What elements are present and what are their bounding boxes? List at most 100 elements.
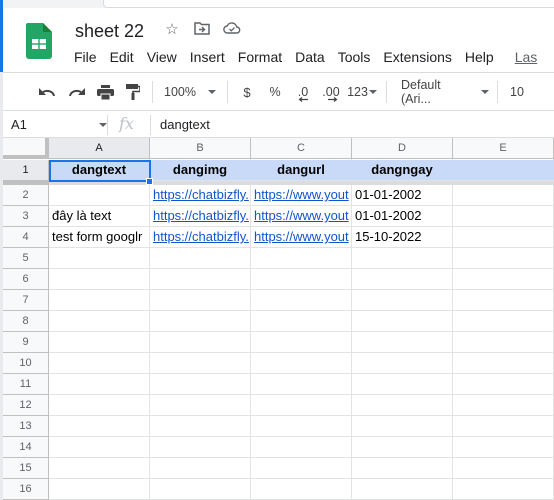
row-header[interactable]: 14 bbox=[3, 437, 49, 458]
column-header-B[interactable]: B bbox=[150, 138, 251, 159]
cell-D2[interactable]: 01-01-2002 bbox=[352, 185, 452, 205]
cell-E10[interactable] bbox=[453, 353, 553, 373]
cell-B14[interactable] bbox=[150, 437, 250, 457]
font-size-input[interactable]: 10 bbox=[506, 80, 528, 104]
cell-B16[interactable] bbox=[150, 479, 250, 499]
cell-C5[interactable] bbox=[251, 248, 351, 268]
column-header-C[interactable]: C bbox=[251, 138, 352, 159]
name-box[interactable]: A1 bbox=[11, 117, 27, 132]
chevron-down-icon[interactable] bbox=[99, 123, 107, 127]
menu-edit[interactable]: Edit bbox=[110, 49, 134, 65]
cell-C10[interactable] bbox=[251, 353, 351, 373]
star-icon[interactable]: ☆ bbox=[163, 21, 181, 39]
cell-E16[interactable] bbox=[453, 479, 553, 499]
column-header-E[interactable]: E bbox=[453, 138, 554, 159]
row-header[interactable]: 9 bbox=[3, 332, 49, 353]
cell-D1[interactable]: dangngay bbox=[352, 160, 452, 180]
cell-E1[interactable] bbox=[453, 160, 553, 180]
cell-C15[interactable] bbox=[251, 458, 351, 478]
row-header[interactable]: 8 bbox=[3, 311, 49, 332]
cell-E15[interactable] bbox=[453, 458, 553, 478]
sheets-logo-icon[interactable] bbox=[26, 23, 52, 59]
select-all-corner[interactable] bbox=[3, 138, 49, 159]
cell-A5[interactable] bbox=[49, 248, 149, 268]
row-header[interactable]: 13 bbox=[3, 416, 49, 437]
cell-D4[interactable]: 15-10-2022 bbox=[352, 227, 452, 247]
cell-E3[interactable] bbox=[453, 206, 553, 226]
cell-E11[interactable] bbox=[453, 374, 553, 394]
cell-C4[interactable]: https://www.yout bbox=[251, 227, 351, 247]
cell-A4[interactable]: test form googlr bbox=[49, 227, 149, 247]
frozen-rows-divider[interactable] bbox=[3, 181, 554, 185]
cell-C13[interactable] bbox=[251, 416, 351, 436]
cell-D5[interactable] bbox=[352, 248, 452, 268]
cell-B2[interactable]: https://chatbizfly. bbox=[150, 185, 250, 205]
row-header[interactable]: 3 bbox=[3, 206, 49, 227]
cell-A9[interactable] bbox=[49, 332, 149, 352]
fill-handle[interactable] bbox=[146, 178, 153, 185]
row-header[interactable]: 6 bbox=[3, 269, 49, 290]
increase-decimal-button[interactable]: .00 bbox=[316, 80, 346, 104]
cell-B13[interactable] bbox=[150, 416, 250, 436]
cell-D3[interactable]: 01-01-2002 bbox=[352, 206, 452, 226]
cell-C6[interactable] bbox=[251, 269, 351, 289]
cell-E6[interactable] bbox=[453, 269, 553, 289]
cell-B7[interactable] bbox=[150, 290, 250, 310]
column-header-D[interactable]: D bbox=[352, 138, 453, 159]
cell-A10[interactable] bbox=[49, 353, 149, 373]
cell-A2[interactable] bbox=[49, 185, 149, 205]
zoom-select[interactable]: 100% bbox=[161, 80, 219, 104]
cell-D15[interactable] bbox=[352, 458, 452, 478]
row-header[interactable]: 16 bbox=[3, 479, 49, 500]
cell-B9[interactable] bbox=[150, 332, 250, 352]
last-edit-link[interactable]: Las bbox=[515, 49, 538, 65]
cell-B3[interactable]: https://chatbizfly. bbox=[150, 206, 250, 226]
row-header[interactable]: 1 bbox=[3, 160, 49, 181]
cell-E13[interactable] bbox=[453, 416, 553, 436]
cell-C12[interactable] bbox=[251, 395, 351, 415]
row-header[interactable]: 12 bbox=[3, 395, 49, 416]
menu-tools[interactable]: Tools bbox=[338, 49, 371, 65]
cell-E14[interactable] bbox=[453, 437, 553, 457]
undo-icon[interactable] bbox=[36, 80, 58, 104]
row-header[interactable]: 15 bbox=[3, 458, 49, 479]
cell-D9[interactable] bbox=[352, 332, 452, 352]
menu-help[interactable]: Help bbox=[465, 49, 494, 65]
menu-insert[interactable]: Insert bbox=[190, 49, 225, 65]
cell-E5[interactable] bbox=[453, 248, 553, 268]
cell-A16[interactable] bbox=[49, 479, 149, 499]
percent-format-button[interactable]: % bbox=[264, 80, 286, 104]
cell-B10[interactable] bbox=[150, 353, 250, 373]
cell-C16[interactable] bbox=[251, 479, 351, 499]
cell-A15[interactable] bbox=[49, 458, 149, 478]
menu-data[interactable]: Data bbox=[295, 49, 325, 65]
cell-B11[interactable] bbox=[150, 374, 250, 394]
cell-E12[interactable] bbox=[453, 395, 553, 415]
cell-D7[interactable] bbox=[352, 290, 452, 310]
cell-A8[interactable] bbox=[49, 311, 149, 331]
cell-D13[interactable] bbox=[352, 416, 452, 436]
cell-E9[interactable] bbox=[453, 332, 553, 352]
spreadsheet-grid[interactable]: 1 dangtext dangimg dangurl dangngay 2 https://… bbox=[3, 138, 554, 500]
cell-D10[interactable] bbox=[352, 353, 452, 373]
row-header[interactable]: 11 bbox=[3, 374, 49, 395]
cell-E4[interactable] bbox=[453, 227, 553, 247]
cell-A3[interactable]: đây là text bbox=[49, 206, 149, 226]
row-header[interactable]: 4 bbox=[3, 227, 49, 248]
cell-B4[interactable]: https://chatbizfly. bbox=[150, 227, 250, 247]
cell-D16[interactable] bbox=[352, 479, 452, 499]
cell-E8[interactable] bbox=[453, 311, 553, 331]
cell-C2[interactable]: https://www.yout bbox=[251, 185, 351, 205]
menu-view[interactable]: View bbox=[147, 49, 177, 65]
row-header[interactable]: 5 bbox=[3, 248, 49, 269]
formula-input[interactable]: dangtext bbox=[160, 117, 210, 132]
cell-B6[interactable] bbox=[150, 269, 250, 289]
cell-B5[interactable] bbox=[150, 248, 250, 268]
move-to-folder-icon[interactable] bbox=[193, 21, 211, 39]
more-formats-button[interactable]: 123 bbox=[346, 80, 378, 104]
cell-A14[interactable] bbox=[49, 437, 149, 457]
menu-format[interactable]: Format bbox=[238, 49, 282, 65]
cell-C9[interactable] bbox=[251, 332, 351, 352]
menu-extensions[interactable]: Extensions bbox=[383, 49, 451, 65]
row-header[interactable]: 10 bbox=[3, 353, 49, 374]
